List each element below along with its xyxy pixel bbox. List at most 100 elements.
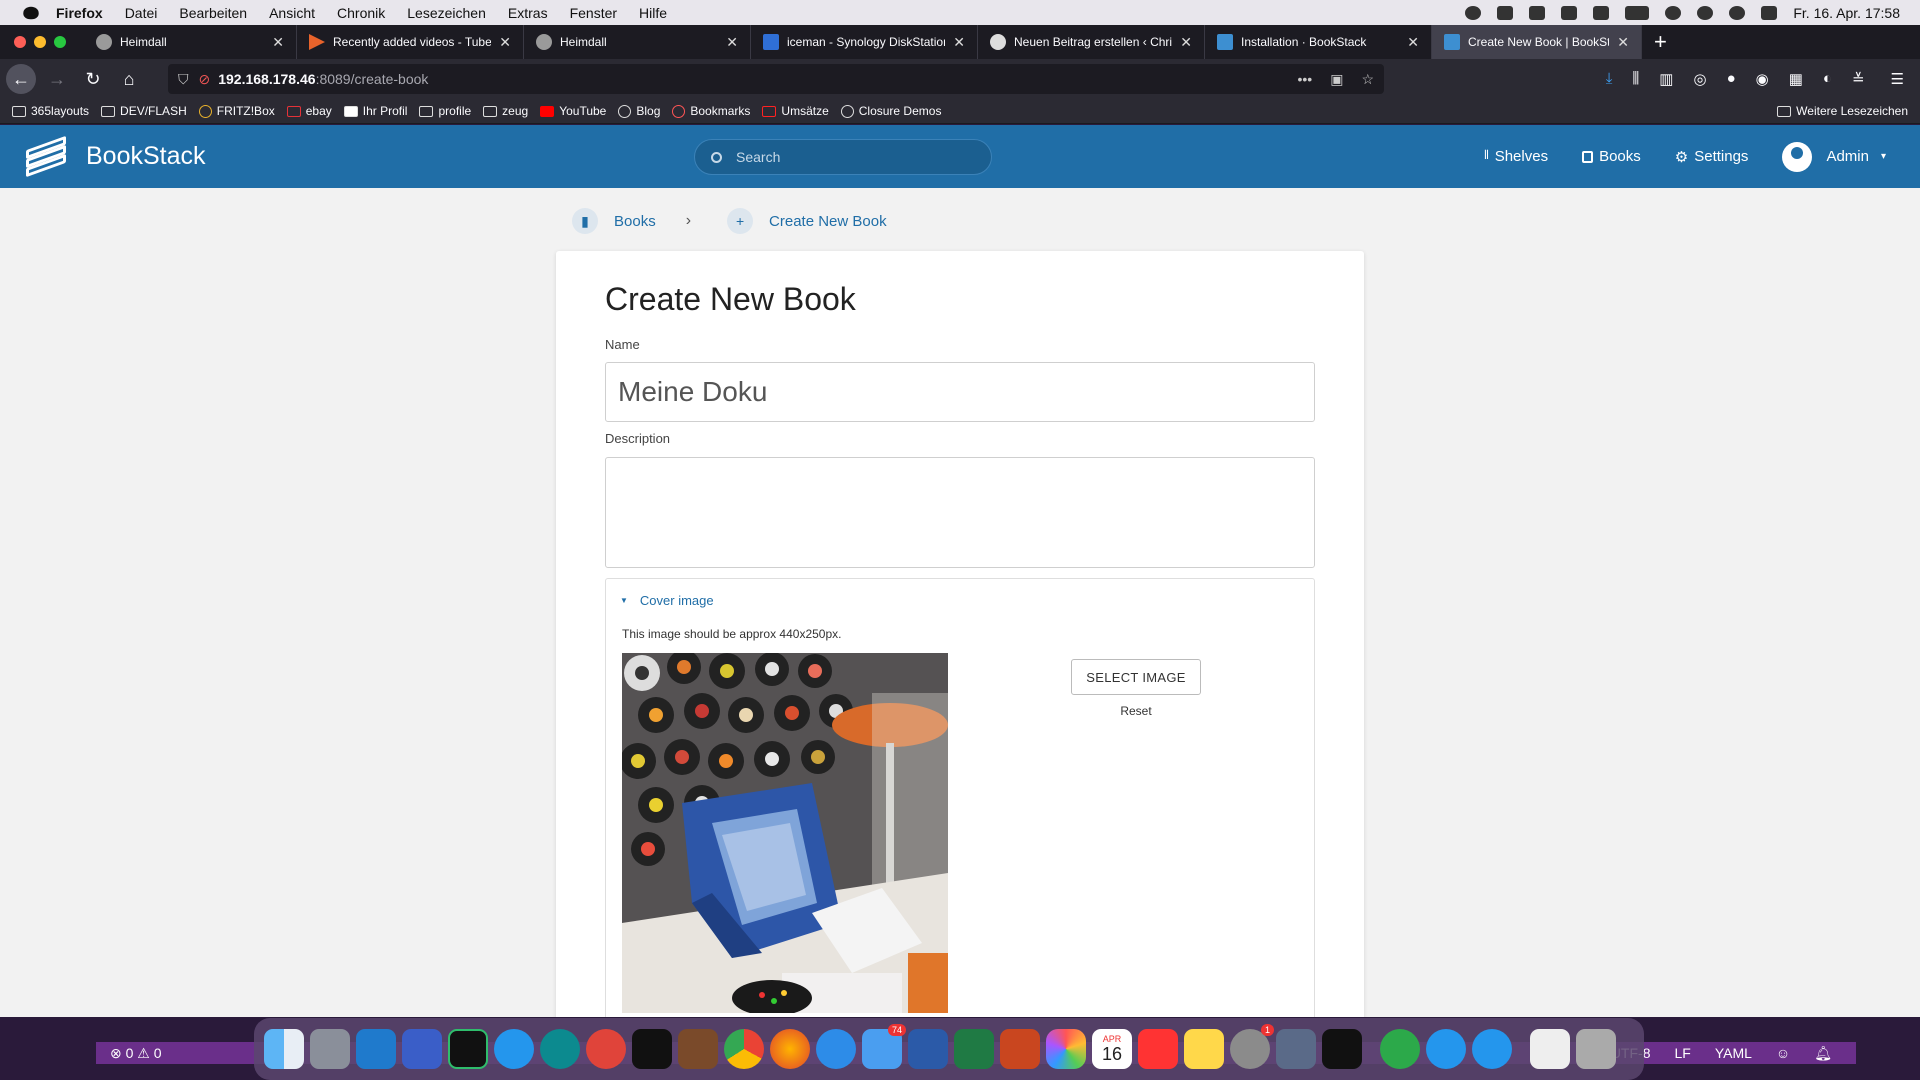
nav-shelves[interactable]: 𝍪 Shelves bbox=[1484, 146, 1548, 168]
cover-image-toggle[interactable]: ▼ Cover image bbox=[620, 593, 714, 608]
globe-icon[interactable] bbox=[1465, 5, 1482, 20]
container-icon[interactable]: ▦ bbox=[1789, 70, 1803, 88]
terminal-icon[interactable] bbox=[632, 1029, 672, 1069]
nav-settings[interactable]: ⚙ Settings bbox=[1675, 148, 1749, 166]
close-tab-icon[interactable]: ✕ bbox=[1407, 34, 1419, 51]
pocket-icon[interactable]: ▣ bbox=[1330, 71, 1343, 88]
zoom-window-icon[interactable] bbox=[54, 36, 66, 48]
menu-bearbeiten[interactable]: Bearbeiten bbox=[179, 5, 247, 21]
breadcrumb-books[interactable]: Books bbox=[614, 213, 656, 230]
reset-image-button[interactable]: Reset bbox=[1071, 704, 1201, 718]
menu-hilfe[interactable]: Hilfe bbox=[639, 5, 667, 21]
adblock-icon[interactable]: ◉ bbox=[1756, 70, 1769, 88]
mail-icon[interactable]: 74 bbox=[862, 1024, 906, 1069]
bluetooth-icon[interactable] bbox=[1593, 5, 1610, 20]
forward-arrow-icon[interactable]: → bbox=[42, 64, 72, 94]
menu-datei[interactable]: Datei bbox=[125, 5, 158, 21]
select-image-button[interactable]: SELECT IMAGE bbox=[1071, 659, 1201, 695]
bookmark-365layouts[interactable]: 365layouts bbox=[12, 104, 89, 118]
control-center-icon[interactable] bbox=[1761, 5, 1778, 20]
bookmark-weitere[interactable]: Weitere Lesezeichen bbox=[1777, 104, 1908, 118]
docker-icon[interactable] bbox=[1426, 1029, 1466, 1069]
close-tab-icon[interactable]: ✕ bbox=[953, 34, 965, 51]
hamburger-menu-icon[interactable]: ☰ bbox=[1891, 70, 1904, 88]
preview-icon[interactable] bbox=[1276, 1029, 1316, 1069]
new-tab-icon[interactable]: + bbox=[1654, 29, 1667, 55]
bookmark-ebay[interactable]: ebay bbox=[286, 104, 332, 118]
more-tools-icon[interactable]: ≚ bbox=[1852, 70, 1865, 88]
volume-icon[interactable] bbox=[1561, 5, 1578, 20]
spotlight-icon[interactable] bbox=[1729, 5, 1746, 20]
bookmark-zeug[interactable]: zeug bbox=[483, 104, 528, 118]
extension-icon[interactable]: ◎ bbox=[1693, 70, 1706, 88]
sidebar-icon[interactable]: ▥ bbox=[1659, 70, 1673, 88]
page-actions-icon[interactable]: ••• bbox=[1297, 71, 1312, 88]
bookstack-logo-link[interactable]: BookStack bbox=[26, 135, 206, 177]
find-my-icon[interactable] bbox=[1380, 1029, 1420, 1069]
wifi-icon[interactable] bbox=[1665, 5, 1682, 20]
eol-indicator[interactable]: LF bbox=[1674, 1045, 1690, 1062]
calendar-icon[interactable]: APR 16 bbox=[1092, 1029, 1132, 1069]
search-input[interactable]: Search bbox=[694, 139, 992, 175]
menu-clock[interactable]: Fr. 16. Apr. 17:58 bbox=[1793, 5, 1900, 21]
bookmark-blog[interactable]: Blog bbox=[618, 104, 660, 118]
close-tab-icon[interactable]: ✕ bbox=[1617, 34, 1629, 51]
archive-icon[interactable] bbox=[1530, 1029, 1570, 1069]
calibre-icon[interactable] bbox=[678, 1029, 718, 1069]
music-icon[interactable] bbox=[1138, 1029, 1178, 1069]
user-menu[interactable]: Admin ▾ bbox=[1782, 141, 1886, 172]
chrome-icon[interactable] bbox=[724, 1029, 764, 1069]
back-arrow-icon[interactable]: ← bbox=[6, 64, 36, 94]
reload-icon[interactable]: ↻ bbox=[78, 64, 108, 94]
breadcrumb-create-book[interactable]: Create New Book bbox=[769, 213, 887, 230]
safari-icon[interactable] bbox=[816, 1029, 856, 1069]
docker-icon[interactable] bbox=[494, 1029, 534, 1069]
menu-chronik[interactable]: Chronik bbox=[337, 5, 385, 21]
bookmark-youtube[interactable]: YouTube bbox=[540, 104, 606, 118]
vpn-icon[interactable]: ● bbox=[1727, 70, 1736, 88]
tab-heimdall-1[interactable]: Heimdall ✕ bbox=[84, 25, 297, 59]
trash-icon[interactable] bbox=[1576, 1029, 1616, 1069]
close-tab-icon[interactable]: ✕ bbox=[272, 34, 284, 51]
arduino-icon[interactable] bbox=[540, 1029, 580, 1069]
pycharm-icon[interactable] bbox=[448, 1029, 488, 1069]
tab-wordpress[interactable]: Neuen Beitrag erstellen ‹ Chris ✕ bbox=[978, 25, 1205, 59]
menu-fenster[interactable]: Fenster bbox=[570, 5, 617, 21]
remote-desktop-icon[interactable] bbox=[402, 1029, 442, 1069]
insecure-lock-icon[interactable]: ⊘ bbox=[199, 71, 211, 88]
apple-icon[interactable] bbox=[23, 6, 39, 19]
tab-tube[interactable]: Recently added videos - Tube ✕ bbox=[297, 25, 524, 59]
feedback-icon[interactable]: ☺ bbox=[1776, 1045, 1790, 1062]
launchpad-icon[interactable] bbox=[310, 1029, 350, 1069]
console-icon[interactable] bbox=[1322, 1029, 1362, 1069]
nav-books[interactable]: Books bbox=[1582, 148, 1641, 165]
battery-icon[interactable] bbox=[1625, 5, 1650, 20]
git-client-icon[interactable] bbox=[586, 1029, 626, 1069]
system-preferences-icon[interactable]: 1 bbox=[1230, 1024, 1274, 1069]
bookmark-umsaetze[interactable]: Umsätze bbox=[762, 104, 829, 118]
tab-bookstack-install[interactable]: Installation · BookStack ✕ bbox=[1205, 25, 1432, 59]
finder-icon[interactable] bbox=[264, 1029, 304, 1069]
firefox-icon[interactable] bbox=[770, 1029, 810, 1069]
powerpoint-icon[interactable] bbox=[1000, 1029, 1040, 1069]
tracking-shield-icon[interactable]: ⛉ bbox=[178, 71, 189, 88]
description-textarea[interactable] bbox=[605, 457, 1315, 568]
url-bar[interactable]: ⛉ ⊘ 192.168.178.46 :8089/create-book •••… bbox=[168, 64, 1384, 94]
download-icon[interactable]: ⤓ bbox=[1606, 70, 1613, 88]
bookmark-ihr-profil[interactable]: Ihr Profil bbox=[343, 104, 407, 118]
excel-icon[interactable] bbox=[954, 1029, 994, 1069]
notifications-icon[interactable]: 🔔︎ bbox=[1814, 1045, 1832, 1062]
bookmark-bookmarks[interactable]: Bookmarks bbox=[672, 104, 750, 118]
problems-indicator[interactable]: ⊗ 0 ⚠ 0 bbox=[110, 1045, 162, 1062]
close-tab-icon[interactable]: ✕ bbox=[499, 34, 511, 51]
language-indicator[interactable]: YAML bbox=[1715, 1045, 1752, 1062]
vscode-icon[interactable] bbox=[356, 1029, 396, 1069]
close-window-icon[interactable] bbox=[14, 36, 26, 48]
privacy-icon[interactable]: ◐ bbox=[1823, 70, 1832, 88]
home-icon[interactable]: ⌂ bbox=[114, 64, 144, 94]
name-input[interactable] bbox=[605, 362, 1315, 422]
tab-heimdall-2[interactable]: Heimdall ✕ bbox=[524, 25, 751, 59]
word-icon[interactable] bbox=[908, 1029, 948, 1069]
user-icon[interactable] bbox=[1697, 5, 1714, 20]
notes-icon[interactable] bbox=[1184, 1029, 1224, 1069]
